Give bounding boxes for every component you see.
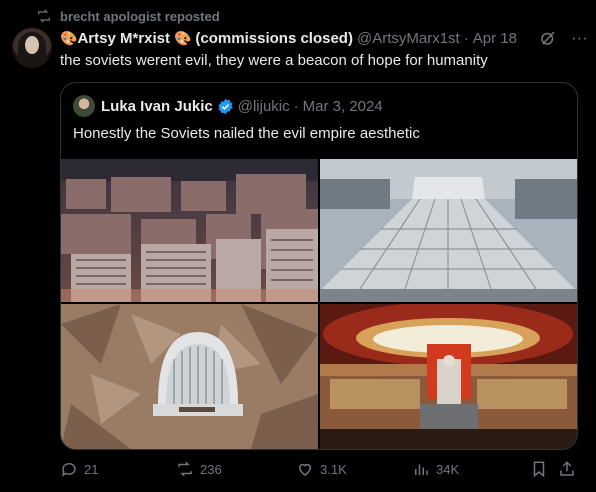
avatar[interactable] xyxy=(12,28,52,68)
quoted-tweet[interactable]: Luka Ivan Jukic @lijukic · Mar 3, 2024 H… xyxy=(60,82,578,450)
palette-emoji: 🎨 xyxy=(173,29,192,46)
user-handle[interactable]: @ArtsyMarx1st xyxy=(357,30,460,47)
repost-indicator[interactable]: brecht apologist reposted xyxy=(36,7,220,25)
bookmark-icon xyxy=(533,461,545,478)
quoted-display-name[interactable]: Luka Ivan Jukic xyxy=(101,98,213,115)
reply-count: 21 xyxy=(84,461,99,477)
header-actions: ··· xyxy=(539,28,588,48)
share-icon xyxy=(560,461,574,476)
quoted-user-handle[interactable]: @lijukic xyxy=(238,98,290,115)
separator-dot: · xyxy=(293,97,299,115)
tweet-date[interactable]: Apr 18 xyxy=(473,30,517,47)
separator-dot: · xyxy=(463,29,469,47)
display-name-suffix[interactable]: (commissions closed) xyxy=(195,30,353,47)
circus-dome-photo[interactable] xyxy=(320,159,577,302)
quoted-tweet-text: Honestly the Soviets nailed the evil emp… xyxy=(73,125,420,142)
view-count: 34K xyxy=(436,461,460,477)
repost-icon xyxy=(38,9,50,23)
palette-emoji: 🎨 xyxy=(60,29,78,46)
repost-count: 236 xyxy=(200,461,222,477)
views-button[interactable]: 34K xyxy=(412,460,459,478)
share-button[interactable] xyxy=(558,460,576,478)
display-name[interactable]: Artsy M*rxist xyxy=(77,30,170,47)
verified-badge-icon xyxy=(218,98,233,114)
reply-button[interactable]: 21 xyxy=(60,460,98,478)
heart-icon xyxy=(298,463,312,476)
tweet-text: the soviets werent evil, they were a bea… xyxy=(60,52,488,69)
like-count: 3.1K xyxy=(320,461,347,477)
views-chart-icon xyxy=(415,464,428,475)
housing-blocks-photo[interactable] xyxy=(61,159,318,302)
mountain-monument-photo[interactable] xyxy=(61,304,318,449)
repost-label: brecht apologist reposted xyxy=(60,8,220,24)
quoted-tweet-header: Luka Ivan Jukic @lijukic · Mar 3, 2024 xyxy=(73,95,383,117)
bookmark-button[interactable] xyxy=(530,460,548,478)
reply-icon xyxy=(61,462,76,477)
repost-icon xyxy=(178,461,192,477)
quoted-avatar[interactable] xyxy=(73,95,95,117)
tweet-header: 🎨 Artsy M*rxist 🎨 (commissions closed) @… xyxy=(60,28,584,48)
media-grid xyxy=(61,159,577,449)
more-options-icon[interactable]: ··· xyxy=(571,28,588,48)
repost-button[interactable]: 236 xyxy=(176,460,222,478)
tweet-actions-bar: 21 236 3.1K 34K xyxy=(60,460,580,484)
like-button[interactable]: 3.1K xyxy=(296,460,347,478)
lenin-hall-photo[interactable] xyxy=(320,304,577,449)
quoted-tweet-date[interactable]: Mar 3, 2024 xyxy=(303,98,383,115)
grok-icon[interactable] xyxy=(539,29,557,47)
